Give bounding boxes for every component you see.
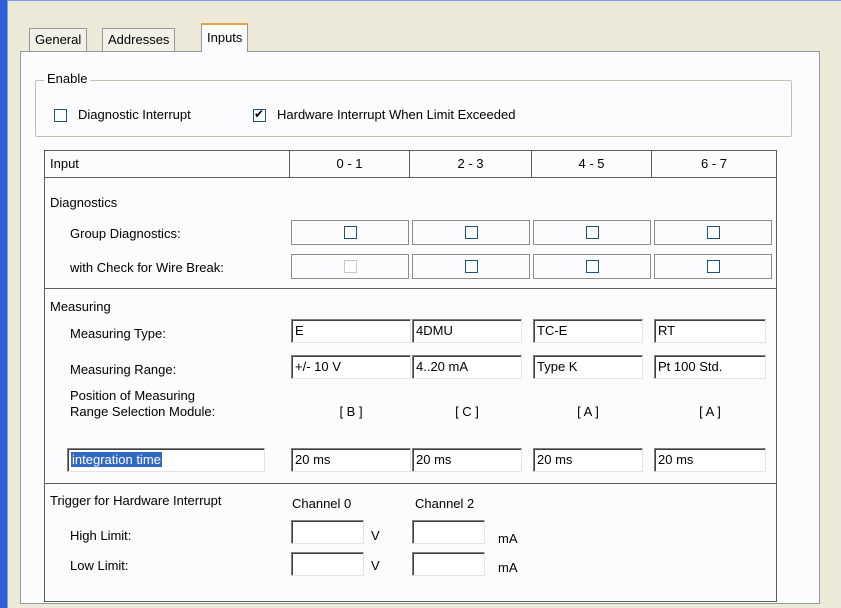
tab-inputs-label: Inputs xyxy=(207,30,243,45)
diagnostic-interrupt-label: Diagnostic Interrupt xyxy=(78,107,191,122)
wire-break-cell-2-3 xyxy=(412,254,530,279)
integration-time-field[interactable]: integration time xyxy=(67,448,265,472)
measuring-range-field-2-3[interactable]: 4..20 mA xyxy=(412,355,522,379)
measuring-type-field-6-7[interactable]: RT xyxy=(654,319,766,343)
measuring-range-label: Measuring Range: xyxy=(70,362,177,377)
measuring-type-field-0-1[interactable]: E xyxy=(291,319,411,343)
tab-addresses-label: Addresses xyxy=(108,32,170,47)
column-header-2-3: 2 - 3 xyxy=(457,156,484,171)
wire-break-checkbox[interactable] xyxy=(344,260,357,273)
high-limit-label: High Limit: xyxy=(70,528,132,543)
column-header-4-5: 4 - 5 xyxy=(578,156,605,171)
wire-break-checkbox[interactable] xyxy=(465,260,478,273)
measuring-type-field-4-5[interactable]: TC-E xyxy=(533,319,643,343)
group-diagnostics-checkbox[interactable] xyxy=(586,226,599,239)
low-limit-channel-2-unit: mA xyxy=(498,560,518,575)
integration-field-2-3[interactable]: 20 ms xyxy=(412,448,522,472)
integration-field-0-1[interactable]: 20 ms xyxy=(291,448,411,472)
trigger-title: Trigger for Hardware Interrupt xyxy=(50,493,222,508)
integration-field-6-7[interactable]: 20 ms xyxy=(654,448,766,472)
group-diagnostics-cell-0-1 xyxy=(291,220,409,245)
position-value-0-1: [ B ] xyxy=(339,404,363,419)
group-diagnostics-checkbox[interactable] xyxy=(707,226,720,239)
high-limit-channel-0-input[interactable] xyxy=(291,520,364,544)
position-value-4-5: [ A ] xyxy=(577,404,599,419)
channel-2-label: Channel 2 xyxy=(415,496,475,511)
section-divider xyxy=(45,483,776,484)
position-value-6-7: [ A ] xyxy=(699,404,721,419)
diagnostics-title: Diagnostics xyxy=(50,195,118,210)
high-limit-channel-2-input[interactable] xyxy=(412,520,485,544)
parameter-table: Input 0 - 1 2 - 3 4 - 5 6 - 7 Diagnostic… xyxy=(44,150,777,602)
enable-group-title: Enable xyxy=(44,71,91,86)
high-limit-channel-0-unit: V xyxy=(371,528,380,543)
wire-break-checkbox[interactable] xyxy=(586,260,599,273)
input-header: Input xyxy=(50,156,79,171)
tab-general[interactable]: General xyxy=(29,28,88,52)
section-divider xyxy=(45,288,776,289)
window-left-border xyxy=(0,0,7,608)
measuring-range-field-6-7[interactable]: Pt 100 Std. xyxy=(654,355,766,379)
measuring-range-field-0-1[interactable]: +/- 10 V xyxy=(291,355,411,379)
low-limit-channel-0-input[interactable] xyxy=(291,552,364,576)
wire-break-cell-4-5 xyxy=(533,254,651,279)
wire-break-cell-6-7 xyxy=(654,254,772,279)
measuring-range-field-4-5[interactable]: Type K xyxy=(533,355,643,379)
diagnostic-interrupt-checkbox[interactable] xyxy=(54,109,67,122)
tab-addresses[interactable]: Addresses xyxy=(102,28,176,52)
measuring-type-field-2-3[interactable]: 4DMU xyxy=(412,319,522,343)
group-diagnostics-checkbox[interactable] xyxy=(465,226,478,239)
measuring-type-label: Measuring Type: xyxy=(70,326,166,341)
group-diagnostics-cell-2-3 xyxy=(412,220,530,245)
hardware-interrupt-checkbox[interactable] xyxy=(253,107,266,122)
channel-0-label: Channel 0 xyxy=(292,496,352,511)
group-diagnostics-cell-6-7 xyxy=(654,220,772,245)
wire-break-label: with Check for Wire Break: xyxy=(70,260,224,275)
integration-field-4-5[interactable]: 20 ms xyxy=(533,448,643,472)
column-header-6-7: 6 - 7 xyxy=(700,156,727,171)
column-header-0-1: 0 - 1 xyxy=(336,156,363,171)
group-diagnostics-label: Group Diagnostics: xyxy=(70,226,181,241)
group-diagnostics-checkbox[interactable] xyxy=(344,226,357,239)
wire-break-checkbox[interactable] xyxy=(707,260,720,273)
low-limit-channel-2-input[interactable] xyxy=(412,552,485,576)
low-limit-label: Low Limit: xyxy=(70,558,129,573)
measuring-title: Measuring xyxy=(50,299,111,314)
position-label-line1: Position of Measuring xyxy=(70,388,196,403)
position-value-2-3: [ C ] xyxy=(455,404,479,419)
tab-general-label: General xyxy=(35,32,82,47)
position-label-line2: Range Selection Module: xyxy=(70,404,216,419)
tab-inputs[interactable]: Inputs xyxy=(201,23,249,53)
integration-time-label: integration time xyxy=(71,452,162,467)
high-limit-channel-2-unit: mA xyxy=(498,531,518,546)
hardware-interrupt-label: Hardware Interrupt When Limit Exceeded xyxy=(277,107,516,122)
wire-break-cell-0-1 xyxy=(291,254,409,279)
header-divider xyxy=(45,177,776,178)
low-limit-channel-0-unit: V xyxy=(371,558,380,573)
window-top-border xyxy=(8,0,841,1)
group-diagnostics-cell-4-5 xyxy=(533,220,651,245)
window-left-border-inner xyxy=(7,0,8,608)
enable-group: Enable Diagnostic Interrupt Hardware Int… xyxy=(35,71,792,137)
